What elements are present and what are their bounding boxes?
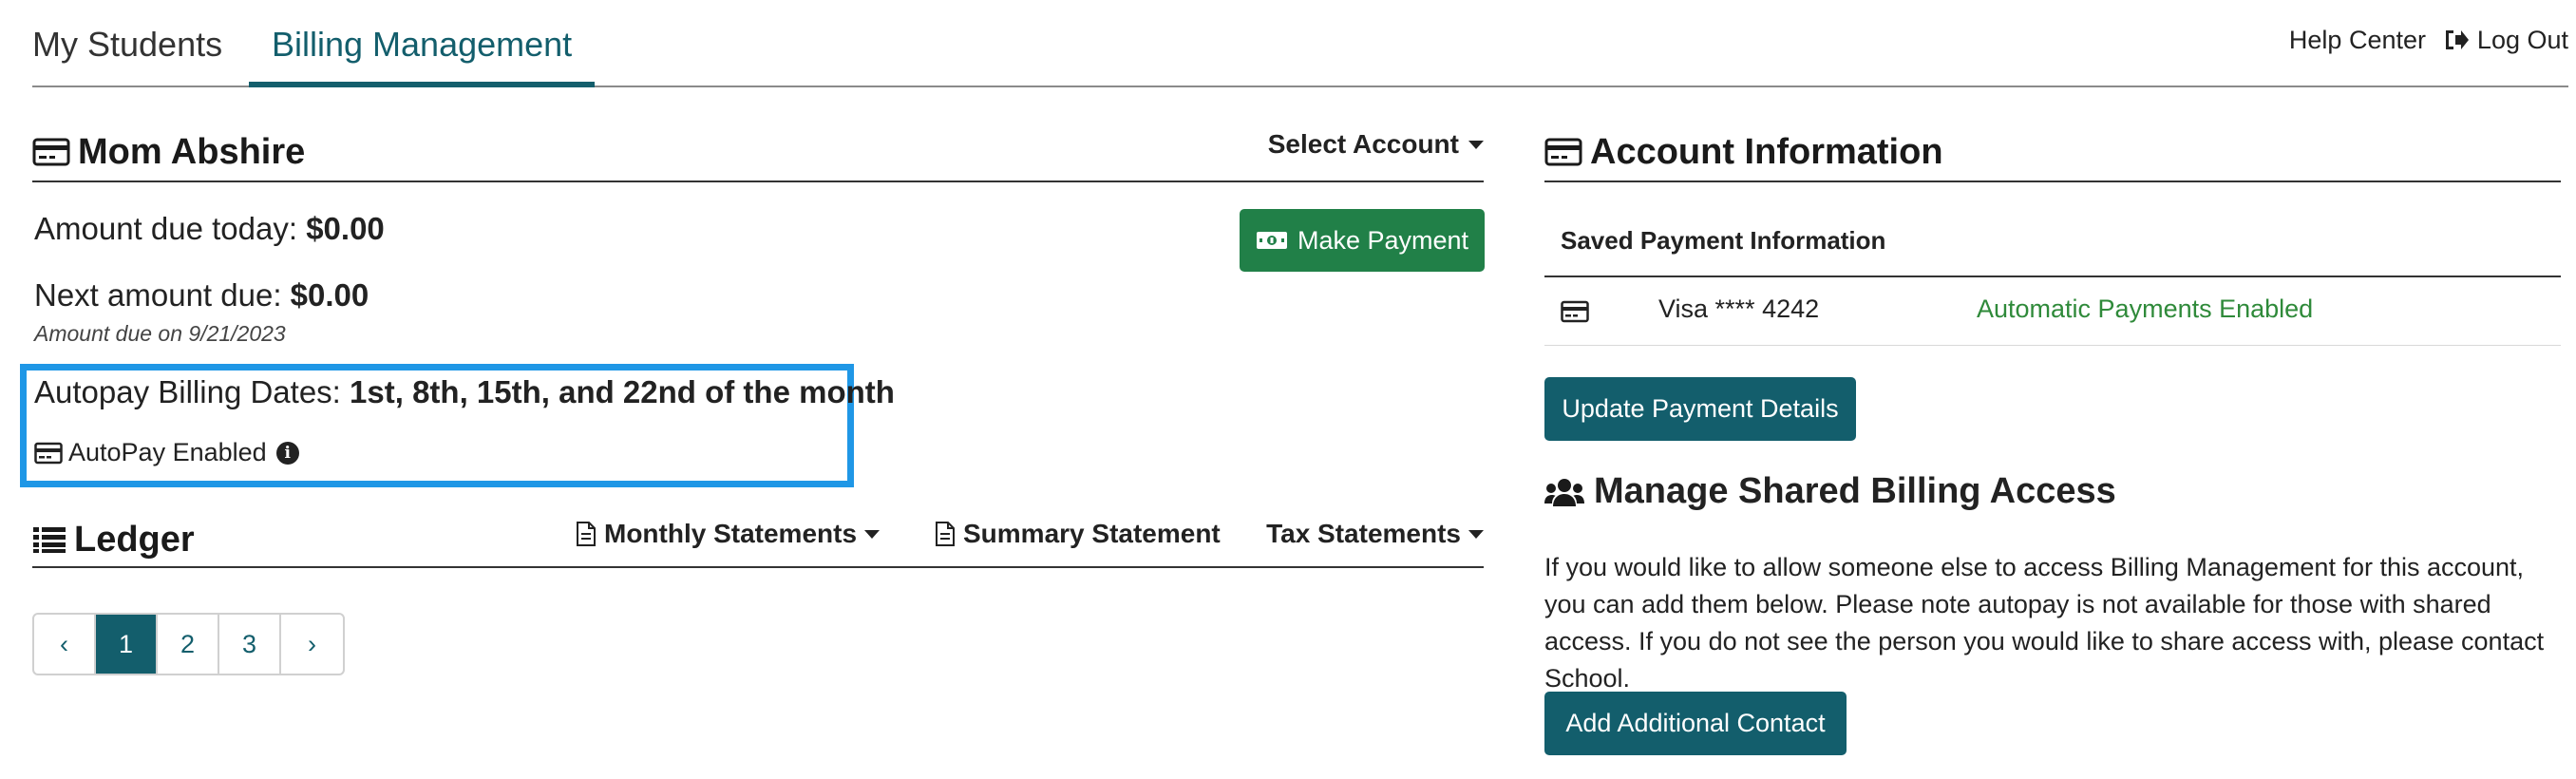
make-payment-label: Make Payment bbox=[1297, 225, 1469, 255]
amount-today-value: $0.00 bbox=[306, 211, 385, 246]
update-payment-button[interactable]: Update Payment Details bbox=[1544, 377, 1856, 441]
account-info-title: Account Information bbox=[1544, 132, 1943, 173]
ledger-title: Ledger bbox=[32, 520, 195, 560]
document-icon bbox=[577, 522, 596, 546]
pagination-page-3[interactable]: 3 bbox=[219, 615, 281, 674]
next-amount-value: $0.00 bbox=[290, 277, 369, 313]
credit-card-icon bbox=[32, 138, 70, 166]
document-icon bbox=[936, 522, 955, 546]
saved-card-row: Visa **** 4242 Automatic Payments Enable… bbox=[1544, 277, 2561, 346]
autopay-billing-dates: Autopay Billing Dates: 1st, 8th, 15th, a… bbox=[34, 374, 895, 410]
next-amount-due: Next amount due: $0.00 bbox=[34, 277, 369, 314]
pagination-prev[interactable]: ‹ bbox=[34, 615, 96, 674]
summary-statement-link[interactable]: Summary Statement bbox=[935, 519, 1221, 549]
monthly-statements-label: Monthly Statements bbox=[604, 519, 858, 548]
account-title: Mom Abshire bbox=[32, 132, 305, 173]
select-account-dropdown[interactable]: Select Account bbox=[1268, 129, 1484, 160]
logout-link[interactable]: Log Out bbox=[2443, 21, 2568, 59]
account-info-header: Account Information bbox=[1544, 124, 2561, 182]
credit-card-icon bbox=[34, 442, 63, 464]
saved-payment-header: Saved Payment Information bbox=[1561, 226, 1886, 255]
pagination: ‹ 1 2 3 › bbox=[32, 613, 345, 675]
autopay-status: AutoPay Enabled i bbox=[34, 438, 299, 467]
top-nav: My Students Billing Management Help Cent… bbox=[32, 0, 2568, 87]
autopay-dates-value: 1st, 8th, 15th, and 22nd of the month bbox=[350, 374, 895, 409]
next-due-date-note: Amount due on 9/21/2023 bbox=[34, 321, 286, 346]
users-icon bbox=[1544, 478, 1584, 506]
tab-billing-management[interactable]: Billing Management bbox=[249, 21, 596, 87]
amount-due-today: Amount due today: $0.00 bbox=[34, 211, 385, 247]
money-icon bbox=[1256, 232, 1287, 249]
shared-access-title: Manage Shared Billing Access bbox=[1544, 471, 2116, 512]
caret-down-icon bbox=[1468, 529, 1484, 539]
help-center-link[interactable]: Help Center bbox=[2289, 21, 2426, 59]
card-number: Visa **** 4242 bbox=[1658, 294, 1820, 323]
sign-out-icon bbox=[2445, 30, 2469, 49]
amount-today-label: Amount due today: bbox=[34, 211, 298, 246]
pagination-page-1[interactable]: 1 bbox=[96, 615, 158, 674]
autopay-status-label: AutoPay Enabled bbox=[68, 438, 267, 466]
tax-statements-label: Tax Statements bbox=[1266, 519, 1461, 548]
make-payment-button[interactable]: Make Payment bbox=[1240, 209, 1485, 272]
credit-card-icon bbox=[1544, 138, 1582, 166]
summary-statement-label: Summary Statement bbox=[963, 519, 1221, 548]
credit-card-icon bbox=[1561, 300, 1589, 323]
add-additional-contact-button[interactable]: Add Additional Contact bbox=[1544, 692, 1847, 755]
select-account-label: Select Account bbox=[1267, 129, 1459, 159]
autopay-dates-label: Autopay Billing Dates: bbox=[34, 374, 341, 409]
caret-down-icon bbox=[864, 529, 881, 539]
tab-my-students[interactable]: My Students bbox=[32, 21, 222, 68]
logout-label: Log Out bbox=[2476, 26, 2568, 54]
ledger-header: Ledger Monthly Statements Summary Statem… bbox=[32, 513, 1484, 568]
pagination-next[interactable]: › bbox=[281, 615, 343, 674]
info-icon[interactable]: i bbox=[275, 441, 299, 465]
monthly-statements-dropdown[interactable]: Monthly Statements bbox=[576, 519, 881, 549]
caret-down-icon bbox=[1468, 140, 1484, 149]
account-header: Mom Abshire Select Account bbox=[32, 124, 1484, 182]
ledger-title-label: Ledger bbox=[74, 519, 195, 560]
list-icon bbox=[33, 527, 66, 553]
account-info-title-label: Account Information bbox=[1590, 131, 1943, 172]
card-autopay-status: Automatic Payments Enabled bbox=[1977, 294, 2314, 323]
next-amount-label: Next amount due: bbox=[34, 277, 282, 313]
pagination-page-2[interactable]: 2 bbox=[158, 615, 219, 674]
shared-access-title-label: Manage Shared Billing Access bbox=[1594, 471, 2116, 511]
shared-access-description: If you would like to allow someone else … bbox=[1544, 553, 2545, 693]
tax-statements-dropdown[interactable]: Tax Statements bbox=[1266, 519, 1484, 549]
account-name: Mom Abshire bbox=[78, 131, 306, 172]
